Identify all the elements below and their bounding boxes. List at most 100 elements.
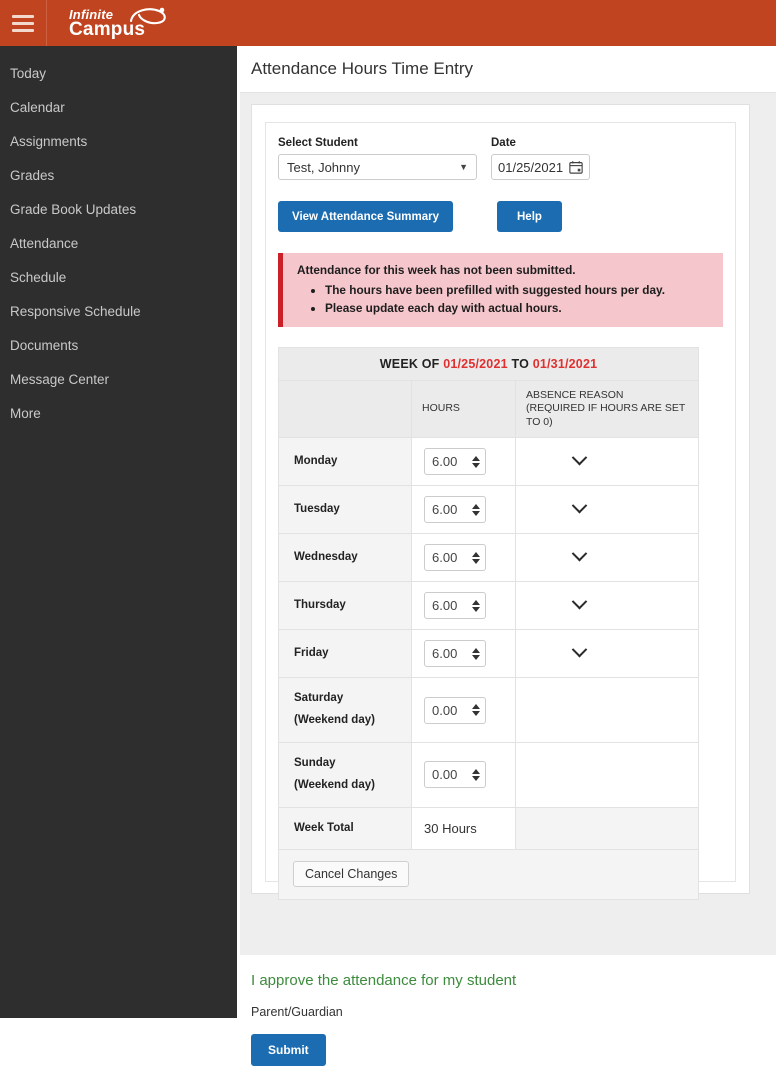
table-row: Thursday 6.00 <box>278 581 700 631</box>
week-total-blank-cell <box>514 806 700 850</box>
stepper-arrows-icon[interactable] <box>472 551 480 564</box>
week-total-value: 30 Hours <box>411 806 516 850</box>
stepper-up-icon[interactable] <box>472 647 480 653</box>
hours-stepper-tuesday[interactable]: 6.00 <box>424 496 486 524</box>
stepper-down-icon[interactable] <box>472 711 480 717</box>
hours-value: 6.00 <box>432 454 458 470</box>
stepper-up-icon[interactable] <box>472 768 480 774</box>
swoosh-icon <box>129 7 166 24</box>
help-button[interactable]: Help <box>497 201 562 232</box>
stepper-up-icon[interactable] <box>472 704 480 710</box>
hours-stepper-sunday[interactable]: 0.00 <box>424 761 486 789</box>
stepper-arrows-icon[interactable] <box>472 647 480 660</box>
chevron-down-icon[interactable] <box>571 593 588 610</box>
brand-logo[interactable]: Infinite Campus <box>69 7 166 39</box>
chevron-down-icon[interactable] <box>571 497 588 514</box>
absence-reason-cell-friday <box>514 629 700 679</box>
main-content: Attendance Hours Time Entry Select Stude… <box>240 46 776 1066</box>
day-label-wednesday: Wednesday <box>278 533 412 583</box>
hours-value: 0.00 <box>432 767 458 783</box>
stepper-up-icon[interactable] <box>472 503 480 509</box>
stepper-up-icon[interactable] <box>472 599 480 605</box>
stepper-arrows-icon[interactable] <box>472 768 480 781</box>
hours-stepper-saturday[interactable]: 0.00 <box>424 696 486 724</box>
sidebar-item-calendar[interactable]: Calendar <box>0 90 237 124</box>
student-date-row: Select Student Test, Johnny ▼ Date 01/25… <box>278 137 723 180</box>
approval-statement: I approve the attendance for my student <box>251 972 517 989</box>
attendance-week-table: WEEK OF 01/25/2021 TO 01/31/2021 HOURS A… <box>277 347 700 900</box>
sidebar-item-responsive-schedule[interactable]: Responsive Schedule <box>0 294 237 328</box>
submit-button[interactable]: Submit <box>251 1034 326 1066</box>
hours-stepper-wednesday[interactable]: 6.00 <box>424 544 486 572</box>
hours-cell-wednesday: 6.00 <box>411 533 516 583</box>
cancel-cell: Cancel Changes <box>277 848 700 900</box>
sidebar-item-schedule[interactable]: Schedule <box>0 260 237 294</box>
hours-stepper-thursday[interactable]: 6.00 <box>424 592 486 620</box>
table-row: Wednesday 6.00 <box>278 533 700 583</box>
day-name: Saturday <box>294 692 344 705</box>
sidebar-nav: Today Calendar Assignments Grades Grade … <box>0 46 237 1018</box>
sidebar-item-label: Grades <box>10 167 55 183</box>
hours-stepper-monday[interactable]: 6.00 <box>424 448 486 476</box>
chevron-down-icon[interactable] <box>571 641 588 658</box>
absence-reason-line1: ABSENCE REASON <box>526 389 624 401</box>
hamburger-bar <box>12 28 34 32</box>
sidebar-item-label: Documents <box>10 337 79 353</box>
absence-reason-cell-sunday <box>514 742 700 808</box>
table-row: Saturday (Weekend day) 0.00 <box>278 677 700 743</box>
day-label-friday: Friday <box>278 629 412 679</box>
parent-guardian-label: Parent/Guardian <box>251 1005 343 1019</box>
sidebar-item-label: Grade Book Updates <box>10 201 137 217</box>
select-student-label: Select Student <box>278 137 358 149</box>
sidebar-item-message-center[interactable]: Message Center <box>0 362 237 396</box>
hamburger-bar <box>12 21 34 25</box>
day-label-sunday: Sunday (Weekend day) <box>278 742 412 808</box>
stepper-arrows-icon[interactable] <box>472 599 480 612</box>
stepper-arrows-icon[interactable] <box>472 455 480 468</box>
sidebar-item-grade-book-updates[interactable]: Grade Book Updates <box>0 192 237 226</box>
stepper-down-icon[interactable] <box>472 654 480 660</box>
sidebar-item-label: Attendance <box>10 235 79 251</box>
stepper-down-icon[interactable] <box>472 775 480 781</box>
hamburger-menu-icon[interactable] <box>0 0 46 46</box>
day-label-tuesday: Tuesday <box>278 485 412 535</box>
day-sublabel: (Weekend day) <box>294 714 375 727</box>
alert-bullet: The hours have been prefilled with sugge… <box>325 283 711 297</box>
week-range-header-row: WEEK OF 01/25/2021 TO 01/31/2021 <box>277 347 700 381</box>
sidebar-item-documents[interactable]: Documents <box>0 328 237 362</box>
stepper-down-icon[interactable] <box>472 462 480 468</box>
stepper-down-icon[interactable] <box>472 510 480 516</box>
approval-footer: I approve the attendance for my student … <box>240 955 776 1066</box>
stepper-arrows-icon[interactable] <box>472 704 480 717</box>
stepper-down-icon[interactable] <box>472 606 480 612</box>
sidebar-item-today[interactable]: Today <box>0 56 237 90</box>
stepper-down-icon[interactable] <box>472 558 480 564</box>
column-header-row: HOURS ABSENCE REASON (REQUIRED IF HOURS … <box>278 379 700 439</box>
select-student-dropdown[interactable]: Test, Johnny ▼ <box>278 154 477 180</box>
hours-cell-monday: 6.00 <box>411 437 516 487</box>
calendar-icon[interactable] <box>569 160 583 174</box>
student-field-group: Select Student Test, Johnny ▼ <box>278 137 477 180</box>
week-total-label: Week Total <box>278 806 412 850</box>
alert-bullet: Please update each day with actual hours… <box>325 301 711 315</box>
chevron-down-icon[interactable] <box>571 545 588 562</box>
sidebar-item-assignments[interactable]: Assignments <box>0 124 237 158</box>
selected-student-value: Test, Johnny <box>287 159 360 175</box>
chevron-down-icon[interactable] <box>571 449 588 466</box>
sidebar-item-label: Message Center <box>10 371 110 387</box>
stepper-arrows-icon[interactable] <box>472 503 480 516</box>
chevron-down-icon: ▼ <box>459 162 468 172</box>
week-total-row: Week Total 30 Hours <box>278 806 700 850</box>
sidebar-item-more[interactable]: More <box>0 396 237 430</box>
date-input[interactable]: 01/25/2021 <box>491 154 590 180</box>
sidebar-item-label: Schedule <box>10 269 67 285</box>
hours-stepper-friday[interactable]: 6.00 <box>424 640 486 668</box>
cancel-changes-button[interactable]: Cancel Changes <box>293 860 410 887</box>
action-button-row: View Attendance Summary Help <box>278 201 723 232</box>
stepper-up-icon[interactable] <box>472 455 480 461</box>
sidebar-item-grades[interactable]: Grades <box>0 158 237 192</box>
sidebar-item-attendance[interactable]: Attendance <box>0 226 237 260</box>
view-attendance-summary-button[interactable]: View Attendance Summary <box>278 201 453 232</box>
hours-cell-friday: 6.00 <box>411 629 516 679</box>
stepper-up-icon[interactable] <box>472 551 480 557</box>
